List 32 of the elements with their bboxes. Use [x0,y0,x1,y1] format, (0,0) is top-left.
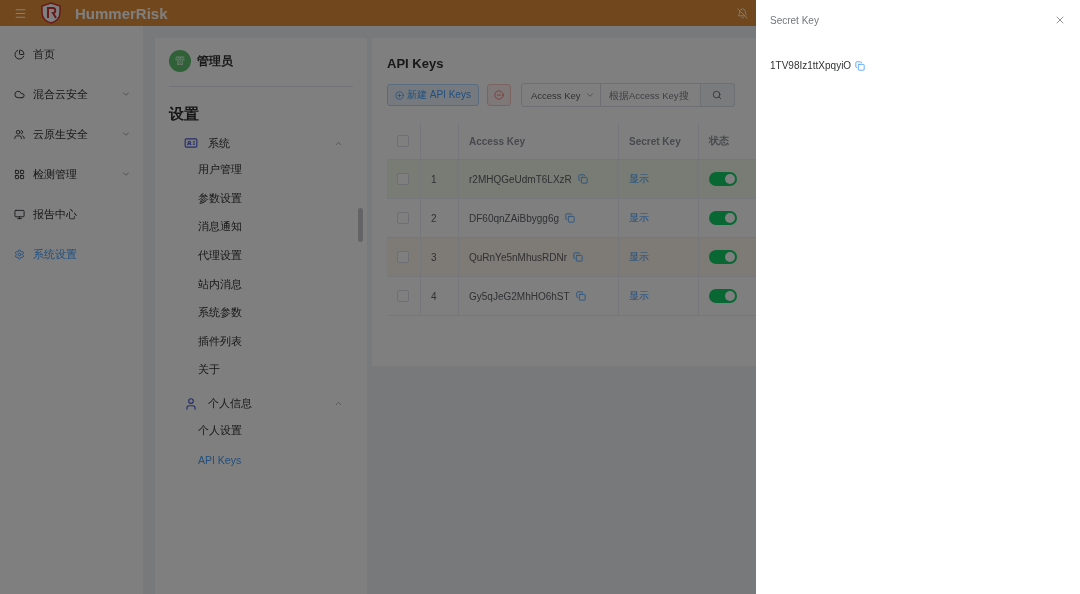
brand-name: HummerRisk [75,4,168,22]
settings-heading: 设置 [169,105,200,124]
access-key: QuRnYe5nMhusRDNr [469,251,567,263]
sidebar-item[interactable]: 首页 [0,34,143,74]
row-index: 2 [421,199,459,238]
menu-item[interactable]: 关于 [169,356,353,385]
sidebar-item[interactable]: 云原生安全 [0,114,143,154]
row-index: 1 [421,160,459,199]
secret-key-value: 1TV98Iz1ttXpqyiO [770,60,852,71]
menu-item[interactable]: 系统参数 [169,298,353,328]
user-avatar: 管 [169,50,191,72]
menu-item[interactable]: 插件列表 [169,327,353,357]
menu-item[interactable]: 用户管理 [169,156,353,185]
menu-item[interactable]: 站内消息 [169,270,353,299]
menu-item[interactable]: 个人设置 [169,416,353,446]
field-select[interactable]: Access Key [520,83,601,107]
sidebar-item[interactable]: 混合云安全 [0,74,143,114]
menu-group[interactable]: 系统 [169,130,353,156]
sidebar-item[interactable]: 报告中心 [0,194,143,234]
access-key: DF60qnZAiBbygg6g [469,212,560,224]
menu-item[interactable]: 消息通知 [169,213,353,242]
user-name: 管理员 [197,52,233,70]
access-key: Gy5qJeG2MhHO6hST [469,290,570,302]
page-title: API Keys [387,56,444,71]
drawer-title: Secret Key [770,14,819,26]
row-index: 4 [421,277,459,316]
menu-item[interactable]: 代理设置 [169,241,353,271]
sidebar-item[interactable]: 检测管理 [0,154,143,194]
menu-group[interactable]: 个人信息 [169,390,353,417]
row-index: 3 [421,238,459,277]
menu-item[interactable]: 参数设置 [169,184,353,214]
access-key: r2MHQGeUdmT6LXzR [469,173,572,185]
